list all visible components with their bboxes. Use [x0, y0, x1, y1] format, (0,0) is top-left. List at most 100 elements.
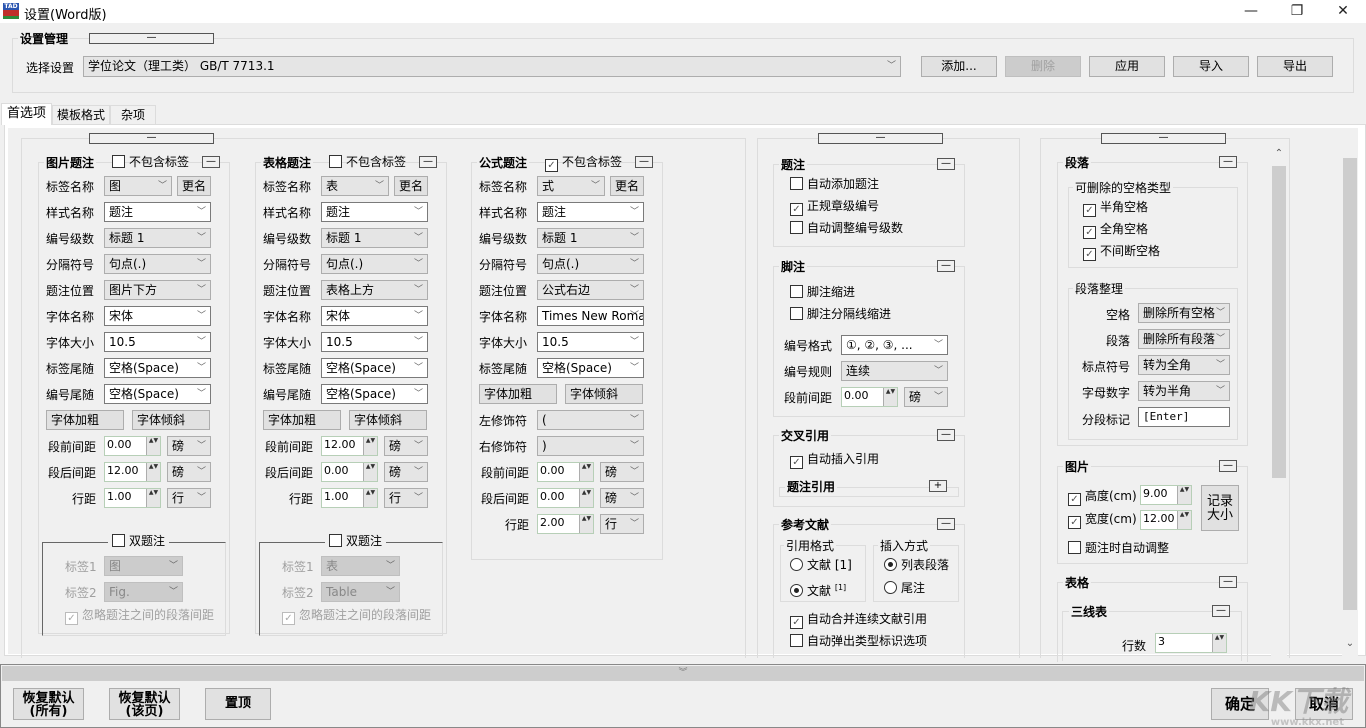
inner-scrollbar[interactable]: ⌃: [1271, 148, 1287, 658]
table-spacing-unit[interactable]: 行 ﹀: [384, 488, 428, 508]
table-row-select[interactable]: 空格(Space) ﹀: [321, 358, 428, 378]
spin-arrows-icon[interactable]: ▲▼: [146, 437, 160, 455]
settings-select[interactable]: 学位论文（理工类） GB/T 7713.1 ﹀: [83, 56, 901, 77]
table-row-select[interactable]: 句点(.) ﹀: [321, 254, 428, 274]
equation-rename-button[interactable]: 更名: [610, 176, 644, 196]
inner-scrollbar-thumb[interactable]: [1272, 166, 1286, 478]
main-scrollbar[interactable]: ⌄: [1342, 140, 1358, 658]
figure-row-select[interactable]: 标题 1 ﹀: [104, 228, 211, 248]
popup-type-checkbox[interactable]: 自动弹出类型标识选项: [790, 634, 927, 648]
table-label1-select[interactable]: 表 ﹀: [321, 556, 400, 576]
middle-collapse-button[interactable]: —: [818, 133, 943, 144]
table-row-select[interactable]: 10.5 ﹀: [321, 332, 428, 352]
table-double-caption-checkbox[interactable]: 双题注: [325, 534, 387, 548]
footnote-format-select[interactable]: ①, ②, ③, ... ﹀: [841, 335, 948, 355]
cleanup-row-select[interactable]: 删除所有空格 ﹀: [1138, 303, 1230, 323]
footnote-spacing-input[interactable]: 0.00 ▲▼: [841, 387, 898, 407]
figure-exclude-label-checkbox[interactable]: 不包含标签: [112, 155, 189, 169]
figure-double-caption-checkbox[interactable]: 双题注: [108, 534, 170, 548]
table-rename-button[interactable]: 更名: [394, 176, 428, 196]
cleanup-row-select[interactable]: 删除所有段落 ﹀: [1138, 329, 1230, 349]
spin-arrows-icon[interactable]: ▲▼: [363, 463, 377, 481]
crossref-minus-button[interactable]: —: [937, 429, 955, 441]
picture-height-input[interactable]: 9.00 ▲▼: [1140, 485, 1192, 505]
spin-arrows-icon[interactable]: ▲▼: [883, 388, 897, 406]
equation-row-select[interactable]: 空格(Space) ﹀: [537, 358, 644, 378]
spin-arrows-icon[interactable]: ▲▼: [146, 489, 160, 507]
figure-spacing-unit[interactable]: 磅 ﹀: [167, 436, 211, 456]
close-button[interactable]: ✕: [1320, 0, 1366, 23]
spin-arrows-icon[interactable]: ▲▼: [1212, 634, 1226, 652]
equation-row-select[interactable]: 题注 ﹀: [537, 202, 644, 222]
table-row-select[interactable]: 空格(Space) ﹀: [321, 384, 428, 404]
cite-format-bracket-radio[interactable]: 文献 [1]: [790, 558, 852, 572]
figure-row-select[interactable]: 10.5 ﹀: [104, 332, 211, 352]
equation-label-name-select[interactable]: 式 ﹀: [537, 176, 605, 196]
settings-collapse-button[interactable]: —: [89, 33, 214, 44]
delete-button[interactable]: 删除: [1005, 56, 1081, 77]
picture-minus-button[interactable]: —: [1219, 460, 1237, 472]
figure-spacing-input[interactable]: 0.00 ▲▼: [104, 436, 161, 456]
picture-width-checkbox[interactable]: ✓ 宽度(cm): [1068, 512, 1137, 529]
equation-spacing-unit[interactable]: 行 ﹀: [600, 514, 644, 534]
spin-arrows-icon[interactable]: ▲▼: [579, 515, 593, 533]
equation-row-select[interactable]: 10.5 ﹀: [537, 332, 644, 352]
table-rows-input[interactable]: 3 ▲▼: [1155, 633, 1227, 653]
equation-row-select[interactable]: 句点(.) ﹀: [537, 254, 644, 274]
equation-row-select[interactable]: 公式右边 ﹀: [537, 280, 644, 300]
tab-template-format[interactable]: 模板格式: [52, 105, 110, 124]
spin-arrows-icon[interactable]: ▲▼: [579, 463, 593, 481]
caption-option-checkbox[interactable]: 自动添加题注: [790, 177, 879, 191]
equation-spacing-input[interactable]: 2.00 ▲▼: [537, 514, 594, 534]
figure-row-select[interactable]: 空格(Space) ﹀: [104, 384, 211, 404]
equation-spacing-input[interactable]: 0.00 ▲▼: [537, 488, 594, 508]
equation-spacing-unit[interactable]: 磅 ﹀: [600, 462, 644, 482]
footnote-minus-button[interactable]: —: [937, 260, 955, 272]
figure-spacing-input[interactable]: 1.00 ▲▼: [104, 488, 161, 508]
main-scrollbar-thumb[interactable]: [1343, 158, 1357, 610]
table-bold-button[interactable]: 字体加粗: [263, 410, 341, 430]
three-line-minus-button[interactable]: —: [1212, 605, 1230, 617]
captions-collapse-button[interactable]: —: [89, 133, 214, 144]
space-type-checkbox[interactable]: ✓ 全角空格: [1083, 222, 1148, 239]
apply-button[interactable]: 应用: [1089, 56, 1165, 77]
space-type-checkbox[interactable]: ✓ 半角空格: [1083, 200, 1148, 217]
table-row-select[interactable]: 宋体 ﹀: [321, 306, 428, 326]
right-collapse-button[interactable]: —: [1101, 133, 1226, 144]
figure-minus-button[interactable]: —: [202, 156, 220, 168]
figure-row-select[interactable]: 空格(Space) ﹀: [104, 358, 211, 378]
add-button[interactable]: 添加...: [921, 56, 997, 77]
insert-list-radio[interactable]: 列表段落: [884, 558, 949, 572]
caption-option-checkbox[interactable]: ✓ 正规章级编号: [790, 199, 879, 216]
cleanup-row-select[interactable]: 转为全角 ﹀: [1138, 355, 1230, 375]
table-spacing-input[interactable]: 0.00 ▲▼: [321, 462, 378, 482]
table-spacing-unit[interactable]: 磅 ﹀: [384, 462, 428, 482]
table-row-select[interactable]: 表格上方 ﹀: [321, 280, 428, 300]
tab-preferences[interactable]: 首选项: [1, 103, 52, 125]
table-label-name-select[interactable]: 表 ﹀: [321, 176, 389, 196]
table-exclude-label-checkbox[interactable]: 不包含标签: [329, 155, 406, 169]
equation-row-select[interactable]: 标题 1 ﹀: [537, 228, 644, 248]
import-button[interactable]: 导入: [1173, 56, 1249, 77]
restore-all-button[interactable]: 恢复默认 (所有): [13, 688, 84, 720]
auto-insert-ref-checkbox[interactable]: ✓ 自动插入引用: [790, 452, 879, 469]
equation-minus-button[interactable]: —: [635, 156, 653, 168]
insert-endnote-radio[interactable]: 尾注: [884, 581, 925, 595]
table-label2-select[interactable]: Table ﹀: [321, 582, 400, 602]
figure-label2-select[interactable]: Fig. ﹀: [104, 582, 183, 602]
minimize-button[interactable]: —: [1228, 0, 1274, 23]
spin-arrows-icon[interactable]: ▲▼: [1177, 511, 1191, 529]
restore-button[interactable]: ❐: [1274, 0, 1320, 23]
figure-spacing-unit[interactable]: 行 ﹀: [167, 488, 211, 508]
table-spacing-input[interactable]: 1.00 ▲▼: [321, 488, 378, 508]
equation-exclude-label-checkbox[interactable]: ✓ 不包含标签: [545, 155, 622, 172]
figure-row-select[interactable]: 宋体 ﹀: [104, 306, 211, 326]
footnote-option-checkbox[interactable]: 脚注缩进: [790, 285, 855, 299]
restore-page-button[interactable]: 恢复默认 (该页): [109, 688, 180, 720]
picture-auto-adjust-checkbox[interactable]: 题注时自动调整: [1068, 541, 1169, 555]
space-type-checkbox[interactable]: ✓ 不间断空格: [1083, 244, 1160, 261]
table-minus-button[interactable]: —: [1219, 576, 1237, 588]
reset-button[interactable]: 置顶: [205, 688, 271, 720]
table-italic-button[interactable]: 字体倾斜: [349, 410, 427, 430]
table-spacing-input[interactable]: 12.00 ▲▼: [321, 436, 378, 456]
